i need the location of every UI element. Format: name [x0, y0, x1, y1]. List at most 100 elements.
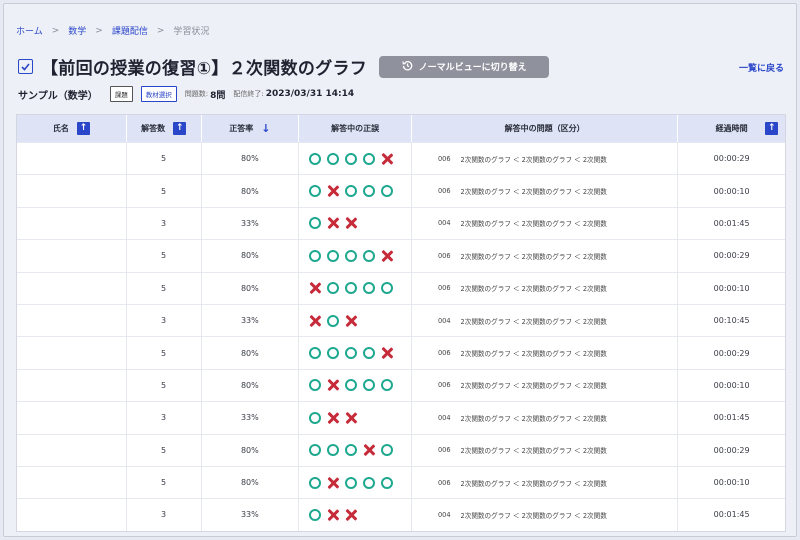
header-name: 氏名 ↑: [17, 115, 127, 142]
table-row[interactable]: 5 80% 006 2次関数のグラフ ＜ 2次関数のグラフ ＜ 2次関数 00:00:1…: [17, 368, 785, 402]
table-row[interactable]: 3 33% 004 2次関数のグラフ ＜ 2次関数のグラフ ＜ 2次関数 00:10:4…: [17, 303, 785, 337]
correct-circle-icon: [345, 249, 358, 262]
normal-view-button[interactable]: ノーマルビューに切り替え: [379, 55, 550, 78]
question-count-label: 問題数:: [184, 90, 209, 98]
question-path: 2次関数のグラフ ＜ 2次関数のグラフ ＜ 2次関数: [460, 447, 607, 456]
sort-up-icon[interactable]: ↑: [173, 122, 187, 135]
cell-marks: [299, 402, 412, 434]
cell-marks: [299, 175, 412, 207]
cell-rate: 80%: [202, 369, 300, 402]
cell-question: 004 2次関数のグラフ ＜ 2次関数のグラフ ＜ 2次関数: [412, 402, 679, 434]
cell-marks: [299, 240, 412, 272]
cell-marks: [299, 272, 412, 304]
header-answered: 解答数 ↑: [127, 115, 202, 142]
wrong-cross-icon: [381, 250, 393, 262]
sort-down-icon[interactable]: ↓: [261, 122, 270, 135]
cell-rate: 80%: [202, 272, 300, 304]
cell-name: [17, 304, 127, 337]
correct-circle-icon: [363, 152, 376, 165]
question-path: 2次関数のグラフ ＜ 2次関数のグラフ ＜ 2次関数: [460, 317, 607, 326]
wrong-cross-icon: [309, 282, 321, 294]
cell-answered: 3: [127, 402, 202, 434]
header-time-label: 経過時間: [715, 124, 748, 133]
cell-answered: 5: [127, 337, 202, 369]
header-name-label: 氏名: [52, 124, 69, 133]
question-path: 2次関数のグラフ ＜ 2次関数のグラフ ＜ 2次関数: [460, 188, 607, 197]
table-row[interactable]: 5 80% 006 2次関数のグラフ ＜ 2次関数のグラフ ＜ 2次関数 00:00:2…: [17, 433, 785, 466]
table-row[interactable]: 5 80% 006 2次関数のグラフ ＜ 2次関数のグラフ ＜ 2次関数 00:00:1…: [17, 271, 785, 304]
table-row[interactable]: 3 33% 004 2次関数のグラフ ＜ 2次関数のグラフ ＜ 2次関数 00:01:4…: [17, 206, 785, 240]
correct-circle-icon: [309, 152, 322, 165]
tag-material: 教材選択: [140, 86, 177, 102]
cell-question: 006 2次関数のグラフ ＜ 2次関数のグラフ ＜ 2次関数: [412, 143, 679, 175]
cell-answered: 5: [127, 143, 202, 175]
table-row[interactable]: 5 80% 006 2次関数のグラフ ＜ 2次関数のグラフ ＜ 2次関数 00:00:2…: [17, 239, 785, 272]
correct-circle-icon: [381, 476, 394, 489]
page-title: 【前回の授業の復習①】２次関数のグラフ: [41, 59, 368, 79]
cell-answered: 5: [127, 369, 202, 402]
sort-up-icon[interactable]: ↑: [76, 122, 90, 135]
cell-question: 006 2次関数のグラフ ＜ 2次関数のグラフ ＜ 2次関数: [412, 466, 679, 499]
wrong-cross-icon: [327, 379, 339, 391]
wrong-cross-icon: [345, 315, 357, 327]
correct-circle-icon: [363, 249, 376, 262]
wrong-cross-icon: [309, 315, 321, 327]
question-path: 2次関数のグラフ ＜ 2次関数のグラフ ＜ 2次関数: [460, 479, 607, 488]
sort-up-icon[interactable]: ↑: [765, 122, 779, 135]
wrong-cross-icon: [345, 412, 357, 424]
cell-answered: 5: [127, 434, 202, 466]
table-row[interactable]: 3 33% 004 2次関数のグラフ ＜ 2次関数のグラフ ＜ 2次関数 00:01:4…: [17, 498, 785, 531]
cell-name: [17, 337, 127, 369]
breadcrumb-current: 学習状況: [173, 27, 210, 37]
wrong-cross-icon: [327, 412, 339, 424]
history-icon: [401, 60, 413, 74]
cell-marks: [299, 207, 412, 240]
cell-question: 006 2次関数のグラフ ＜ 2次関数のグラフ ＜ 2次関数: [412, 369, 679, 402]
correct-circle-icon: [327, 444, 340, 457]
meta-row: サンプル（数学） 課題 教材選択 問題数: 8問 配信終了: 2023/03/3…: [18, 86, 354, 102]
cell-name: [17, 434, 127, 466]
correct-circle-icon: [327, 314, 340, 327]
cell-name: [17, 175, 127, 207]
cell-rate: 80%: [202, 466, 300, 499]
question-id: 006: [437, 251, 451, 260]
table-row[interactable]: 5 80% 006 2次関数のグラフ ＜ 2次関数のグラフ ＜ 2次関数 00:00:1…: [17, 174, 785, 207]
correct-circle-icon: [363, 347, 376, 360]
cell-time: 00:00:29: [713, 348, 750, 358]
question-path: 2次関数のグラフ ＜ 2次関数のグラフ ＜ 2次関数: [460, 414, 607, 423]
checkbox-icon: [18, 59, 33, 74]
breadcrumb-assignments[interactable]: 課題配信: [112, 24, 148, 37]
status-table: 氏名 ↑ 解答数 ↑ 正答率 ↓ 解答中の正誤 解答中の問題（区分） 経過時間 …: [16, 114, 786, 532]
cell-name: [17, 240, 127, 272]
cell-name: [17, 143, 127, 175]
breadcrumb-home[interactable]: ホーム: [16, 24, 43, 37]
chevron-right-icon: >: [156, 25, 165, 36]
table-row[interactable]: 3 33% 004 2次関数のグラフ ＜ 2次関数のグラフ ＜ 2次関数 00:01:4…: [17, 401, 785, 434]
wrong-cross-icon: [363, 444, 375, 456]
cell-name: [17, 207, 127, 240]
correct-circle-icon: [363, 379, 376, 392]
cell-answered: 5: [127, 240, 202, 272]
table-header: 氏名 ↑ 解答数 ↑ 正答率 ↓ 解答中の正誤 解答中の問題（区分） 経過時間 …: [17, 115, 785, 142]
cell-rate: 33%: [202, 207, 300, 240]
chevron-right-icon: >: [51, 25, 60, 36]
correct-circle-icon: [345, 152, 358, 165]
table-row[interactable]: 5 80% 006 2次関数のグラフ ＜ 2次関数のグラフ ＜ 2次関数 00:00:1…: [17, 465, 785, 499]
cell-answered: 5: [127, 466, 202, 499]
back-to-list-link[interactable]: 一覧に戻る: [739, 61, 784, 74]
cell-name: [17, 466, 127, 499]
app-frame: ホーム > 数学 > 課題配信 > 学習状況 【前回の授業の復習①】２次関数のグ…: [3, 3, 797, 537]
cell-answered: 3: [127, 304, 202, 337]
cell-question: 006 2次関数のグラフ ＜ 2次関数のグラフ ＜ 2次関数: [412, 175, 679, 207]
title-row: 【前回の授業の復習①】２次関数のグラフ ノーマルビューに切り替え: [18, 54, 550, 79]
breadcrumb-math[interactable]: 数学: [68, 24, 86, 37]
deadline-label: 配信終了:: [233, 90, 264, 98]
question-path: 2次関数のグラフ ＜ 2次関数のグラフ ＜ 2次関数: [460, 511, 607, 520]
cell-rate: 80%: [202, 143, 300, 175]
cell-time: 00:00:29: [713, 154, 750, 164]
cell-question: 004 2次関数のグラフ ＜ 2次関数のグラフ ＜ 2次関数: [412, 207, 679, 240]
table-row[interactable]: 5 80% 006 2次関数のグラフ ＜ 2次関数のグラフ ＜ 2次関数 00:00:2…: [17, 142, 785, 175]
question-id: 006: [437, 154, 451, 163]
correct-circle-icon: [381, 282, 394, 295]
table-row[interactable]: 5 80% 006 2次関数のグラフ ＜ 2次関数のグラフ ＜ 2次関数 00:00:2…: [17, 336, 785, 369]
